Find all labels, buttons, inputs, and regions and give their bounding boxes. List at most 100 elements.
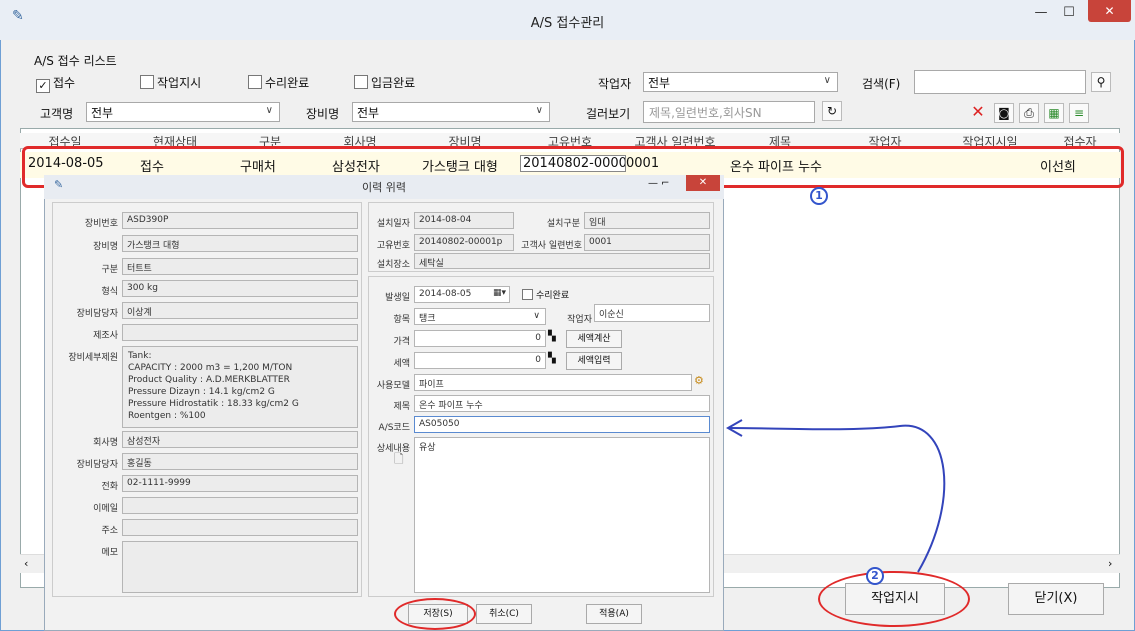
- print-icon[interactable]: ⎙: [1019, 103, 1039, 123]
- delete-icon[interactable]: ✕: [968, 103, 988, 123]
- checkbox-payment-done[interactable]: 입금완료: [354, 74, 415, 91]
- customer-select[interactable]: 전부 ∨: [86, 102, 280, 122]
- label: 제목: [393, 402, 410, 412]
- item-select[interactable]: 탱크 ∨: [414, 308, 546, 325]
- label: 장비담당자: [76, 309, 118, 319]
- contact-field[interactable]: 홍길동: [122, 453, 358, 470]
- memo-field[interactable]: [122, 541, 358, 593]
- phone-field[interactable]: 02-1111-9999: [122, 475, 358, 492]
- refresh-icon[interactable]: ↻: [822, 101, 842, 121]
- detail-field[interactable]: 유상: [414, 437, 710, 593]
- label: A/S코드: [378, 423, 410, 433]
- dialog-title: 이력 위력: [362, 181, 406, 194]
- label: 설치장소: [376, 260, 410, 270]
- arrow-annotation: [725, 419, 946, 573]
- group-label: A/S 접수 리스트: [34, 54, 117, 68]
- enter-tax-button[interactable]: 세액입력: [566, 352, 622, 370]
- scroll-left-icon[interactable]: ‹: [24, 557, 28, 570]
- close-window-button[interactable]: ✕: [1088, 0, 1131, 22]
- window-title: A/S 접수관리: [530, 16, 605, 31]
- install-type-field[interactable]: 임대: [584, 212, 710, 229]
- label: 이메일: [93, 504, 118, 514]
- label: 장비명: [93, 242, 118, 252]
- parts-field[interactable]: 파이프: [414, 374, 692, 391]
- tax-field[interactable]: 0: [414, 352, 546, 369]
- worker-label: 작업자: [598, 77, 632, 91]
- equipment-label: 장비명: [306, 107, 340, 121]
- price-field[interactable]: 0: [414, 330, 546, 347]
- chevron-down-icon: ∨: [533, 311, 540, 321]
- equipment-detail-box[interactable]: Tank: CAPACITY : 2000 m3 = 1,200 M/TON P…: [122, 346, 358, 428]
- search-icon[interactable]: ⚲: [1091, 72, 1111, 92]
- search-input[interactable]: [914, 70, 1086, 94]
- maximize-button[interactable]: ☐: [1058, 2, 1080, 26]
- label: 설치일자: [376, 219, 410, 229]
- label: 장비담당자: [76, 460, 118, 470]
- checkbox-repair-done[interactable]: 수리완료: [248, 74, 309, 91]
- label: 주소: [101, 526, 118, 536]
- manager-field[interactable]: 이상계: [122, 302, 358, 319]
- camera-icon[interactable]: ◙: [994, 103, 1014, 123]
- maker-field[interactable]: [122, 324, 358, 341]
- email-field[interactable]: [122, 497, 358, 514]
- equipment-name-field[interactable]: 가스탱크 대형: [122, 235, 358, 252]
- label: 제조사: [93, 331, 118, 341]
- close-button[interactable]: 닫기(X): [1008, 583, 1104, 615]
- calendar-icon[interactable]: ▦▾: [493, 288, 506, 298]
- type-field[interactable]: 터트트: [122, 258, 358, 275]
- label: 사용모델: [376, 381, 410, 391]
- apply-button[interactable]: 적용(A): [586, 604, 642, 624]
- address-field[interactable]: [122, 519, 358, 536]
- dialog-close-button[interactable]: ✕: [686, 175, 720, 191]
- search-label: 검색(F): [862, 77, 901, 91]
- label: 고객사 일련번호: [521, 241, 582, 251]
- check-icon: ✓: [36, 79, 50, 93]
- location-field[interactable]: 세탁실: [414, 253, 710, 269]
- stepper-icon[interactable]: ▚: [548, 331, 556, 342]
- chevron-down-icon: ∨: [265, 105, 273, 116]
- customer-label: 고객명: [40, 107, 74, 121]
- worker-field[interactable]: 이순신: [594, 304, 710, 322]
- checkbox-work-order[interactable]: 작업지시: [140, 74, 201, 91]
- excel-icon[interactable]: ▦: [1044, 103, 1064, 123]
- equipment-select[interactable]: 전부 ∨: [352, 102, 550, 122]
- label: 발생일: [385, 293, 410, 303]
- parts-lookup-icon[interactable]: ⚙: [694, 374, 704, 387]
- export-icon[interactable]: ≡: [1069, 103, 1089, 123]
- dialog-minimize-button[interactable]: — ⌐: [648, 178, 670, 189]
- label: 장비번호: [84, 219, 118, 229]
- repair-done-checkbox[interactable]: 수리완료: [522, 288, 569, 301]
- label: 고유번호: [376, 241, 410, 251]
- calc-tax-button[interactable]: 세액계산: [566, 330, 622, 348]
- dialog-title-bar: ✎ 이력 위력 — ⌐ ✕: [44, 175, 724, 199]
- unique-no-field[interactable]: 20140802-00001p: [414, 234, 514, 251]
- scroll-right-icon[interactable]: ›: [1108, 557, 1112, 570]
- subject-field[interactable]: 온수 파이프 누수: [414, 395, 710, 412]
- label: 상세내용: [376, 444, 410, 454]
- company-field[interactable]: 삼성전자: [122, 431, 358, 448]
- chevron-down-icon: ∨: [823, 75, 831, 86]
- title-bar: ✎ A/S 접수관리 — ☐ ✕: [0, 0, 1135, 40]
- label: 장비세부제원: [68, 353, 118, 363]
- filter-view-label: 걸러보기: [586, 107, 631, 121]
- worker-select[interactable]: 전부 ∨: [643, 72, 838, 92]
- annotation-1: 1: [810, 187, 828, 205]
- document-icon[interactable]: 🗋: [394, 450, 404, 471]
- label: 전화: [101, 482, 118, 492]
- minimize-button[interactable]: —: [1030, 2, 1052, 26]
- spec-field[interactable]: 300 kg: [122, 280, 358, 297]
- label: 회사명: [93, 438, 118, 448]
- customer-serial-field[interactable]: 0001: [584, 234, 710, 251]
- label: 구분: [101, 265, 118, 275]
- label: 항목: [393, 315, 410, 325]
- as-code-field[interactable]: AS05050: [414, 416, 710, 433]
- cancel-button[interactable]: 취소(C): [476, 604, 532, 624]
- label: 세액: [393, 359, 410, 369]
- install-date-field[interactable]: 2014-08-04: [414, 212, 514, 229]
- highlight-save-annotation: [394, 598, 476, 630]
- stepper-icon[interactable]: ▚: [548, 353, 556, 364]
- checkbox-received[interactable]: ✓ 접수: [36, 74, 75, 93]
- equipment-no-field[interactable]: ASD390P: [122, 212, 358, 229]
- occur-date-picker[interactable]: 2014-08-05 ▦▾: [414, 286, 510, 303]
- filter-view-input[interactable]: 제목,일련번호,회사SN: [643, 101, 815, 123]
